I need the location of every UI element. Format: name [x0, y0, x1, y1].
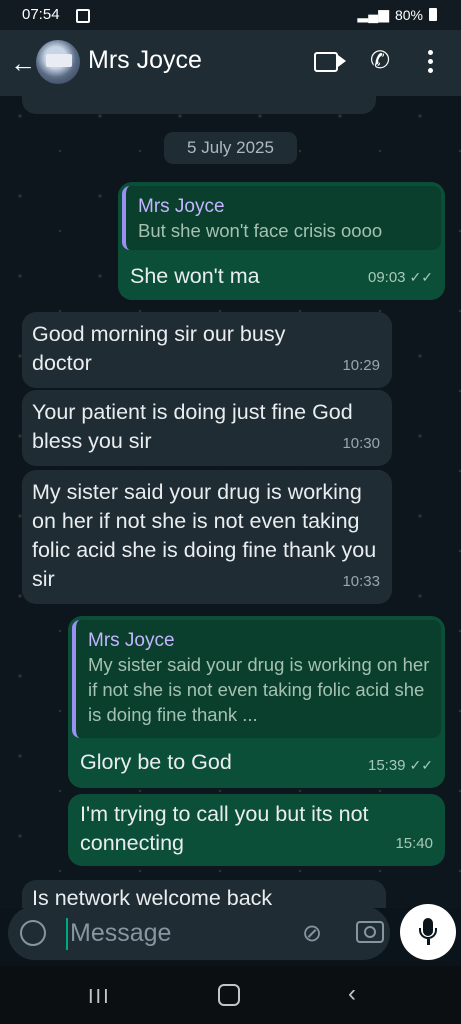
home-icon[interactable]: [218, 984, 240, 1006]
text-cursor: [66, 918, 68, 950]
read-ticks-icon: ✓✓: [409, 269, 433, 285]
message-bubble-out[interactable]: Mrs Joyce But she won't face crisis oooo…: [118, 182, 445, 300]
message-time: 09:03 ✓✓: [367, 269, 433, 286]
message-bubble-in[interactable]: My sister said your drug is working on h…: [22, 470, 392, 604]
contact-name[interactable]: Mrs Joyce: [88, 46, 202, 75]
read-ticks-icon: ✓✓: [409, 757, 433, 773]
message-text: She won't ma: [130, 264, 260, 288]
message-composer[interactable]: Message ⊘: [8, 906, 390, 960]
chat-area[interactable]: 16:38 5 July 2025 Mrs Joyce But she won'…: [0, 96, 461, 908]
message-time: 10:30: [342, 435, 380, 452]
camera-icon[interactable]: [356, 921, 384, 943]
attach-icon[interactable]: ⊘: [302, 919, 322, 948]
quoted-message[interactable]: Mrs Joyce But she won't face crisis oooo: [122, 186, 441, 250]
message-text: Is network welcome back: [32, 886, 273, 908]
message-bubble-out[interactable]: I'm trying to call you but its not conne…: [68, 794, 445, 866]
quoted-sender: Mrs Joyce: [138, 196, 225, 217]
message-bubble-prev[interactable]: 16:38: [22, 96, 376, 114]
message-input[interactable]: Message: [70, 919, 171, 948]
message-bubble-in[interactable]: Is network welcome back: [22, 880, 386, 908]
status-icons: ▂▄▆ 80%: [358, 6, 437, 23]
message-bubble-in[interactable]: Your patient is doing just fine God bles…: [22, 390, 392, 466]
recents-icon[interactable]: III: [88, 986, 111, 1009]
message-time: 10:33: [342, 573, 380, 590]
status-bar: 07:54 ▂▄▆ 80%: [0, 0, 461, 30]
message-time: 16:38: [326, 96, 364, 106]
back-arrow-icon[interactable]: ←: [10, 48, 36, 79]
system-nav-bar: III ‹: [0, 966, 461, 1024]
quoted-sender: Mrs Joyce: [88, 630, 175, 651]
message-text: Good morning sir our busy doctor: [32, 322, 286, 375]
quoted-text: But she won't face crisis oooo: [138, 220, 383, 241]
quoted-message[interactable]: Mrs Joyce My sister said your drug is wo…: [72, 620, 441, 738]
message-bubble-out[interactable]: Mrs Joyce My sister said your drug is wo…: [68, 616, 445, 788]
message-text: Your patient is doing just fine God bles…: [32, 400, 353, 453]
message-time: 10:29: [342, 357, 380, 374]
battery-percent: 80%: [394, 6, 423, 23]
message-time: 15:39 ✓✓: [367, 757, 433, 774]
message-text: I'm trying to call you but its not conne…: [80, 802, 369, 855]
notification-icon: [76, 9, 90, 23]
message-time: 15:40: [395, 835, 433, 852]
mic-button[interactable]: [400, 904, 456, 960]
sticker-icon[interactable]: [20, 920, 46, 946]
battery-icon: [429, 8, 437, 21]
date-chip: 5 July 2025: [164, 132, 297, 164]
video-call-icon[interactable]: [314, 52, 346, 72]
message-text: My sister said your drug is working on h…: [32, 480, 377, 591]
status-time: 07:54: [22, 6, 60, 23]
chat-header: ← Mrs Joyce ✆: [0, 30, 461, 96]
phone-call-icon[interactable]: ✆: [370, 46, 390, 75]
message-text: Glory be to God: [80, 750, 232, 774]
signal-icon: ▂▄▆: [357, 6, 389, 22]
quoted-text: My sister said your drug is working on h…: [88, 654, 430, 725]
avatar[interactable]: [36, 40, 80, 84]
more-options-icon[interactable]: [428, 50, 434, 77]
message-bubble-in[interactable]: Good morning sir our busy doctor 10:29: [22, 312, 392, 388]
back-icon[interactable]: ‹: [348, 980, 356, 1008]
